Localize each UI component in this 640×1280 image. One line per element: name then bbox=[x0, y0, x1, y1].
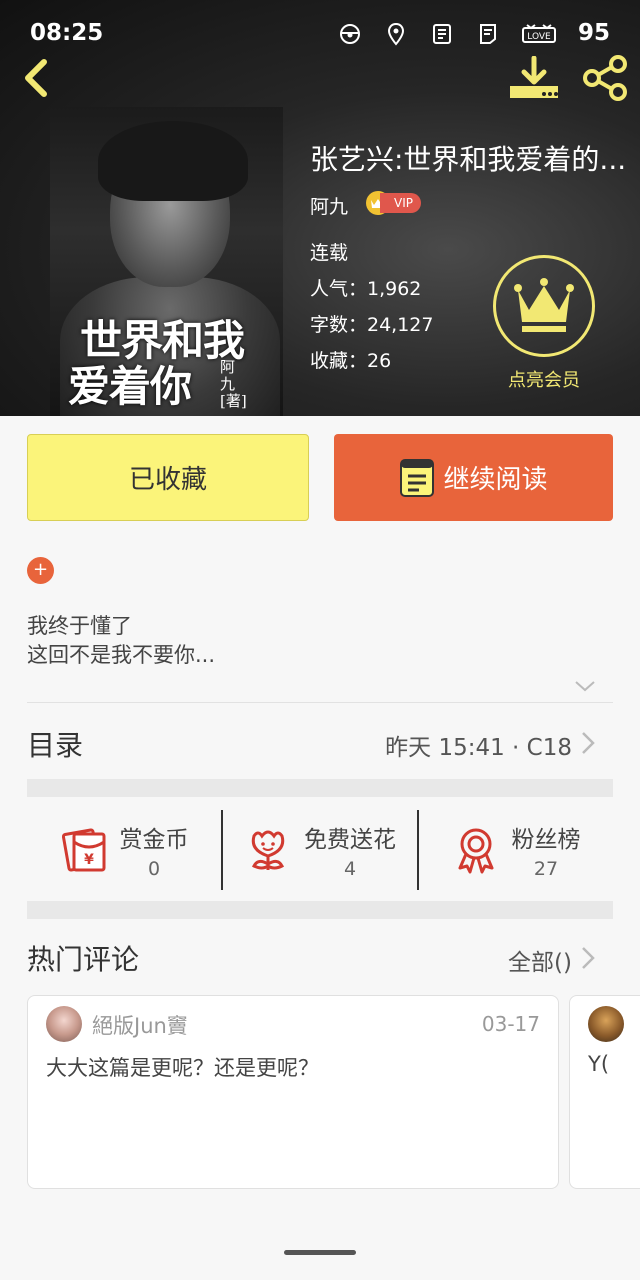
book-title: 张艺兴:世界和我爱着的... bbox=[310, 143, 627, 176]
book-icon bbox=[400, 458, 435, 497]
steering-wheel-icon bbox=[340, 24, 360, 44]
chevron-down-icon[interactable] bbox=[574, 678, 596, 694]
battery-level: 95 bbox=[577, 20, 610, 46]
member-button[interactable] bbox=[493, 255, 595, 357]
book-popularity: 人气：1,962 bbox=[310, 278, 422, 300]
comment-text: 大大这篇是更呢？还是更呢？ bbox=[46, 1056, 319, 1080]
send-flower-button[interactable]: 免费送花 4 bbox=[221, 810, 417, 890]
stat-label: 免费送花 bbox=[304, 827, 396, 853]
book-cover[interactable]: 世界和我 爱着你 阿九[著] bbox=[50, 107, 283, 416]
stat-value: 27 bbox=[533, 858, 559, 880]
fan-ranking-button[interactable]: 粉丝榜 27 bbox=[417, 810, 613, 890]
collected-label: 已收藏 bbox=[128, 465, 207, 495]
hot-comments-title: 热门评论 bbox=[27, 943, 140, 976]
intro-line2: 这回不是我不要你... bbox=[27, 643, 216, 667]
book-header: 08:25 LOVE 95 世界和我 爱着你 阿九[著] 张艺兴:世界和我爱着的… bbox=[0, 0, 640, 416]
home-indicator[interactable] bbox=[284, 1250, 356, 1255]
status-time: 08:25 bbox=[30, 20, 104, 46]
notes-icon bbox=[433, 24, 451, 44]
comment-card[interactable]: Y( bbox=[569, 995, 640, 1189]
toc-title[interactable]: 目录 bbox=[27, 724, 83, 764]
cover-author: 阿九[著] bbox=[220, 358, 247, 410]
download-button[interactable] bbox=[508, 56, 560, 102]
stat-label: 赏金币 bbox=[119, 827, 189, 853]
svg-text:¥: ¥ bbox=[84, 852, 94, 868]
add-tag-button[interactable]: + bbox=[27, 557, 54, 584]
book-collections: 收藏：26 bbox=[310, 350, 392, 372]
all-comments-link[interactable]: 全部() bbox=[508, 943, 572, 977]
location-icon bbox=[387, 22, 405, 46]
section-separator bbox=[27, 779, 613, 797]
chevron-right-icon[interactable] bbox=[580, 730, 596, 756]
comment-text: Y( bbox=[588, 1052, 610, 1076]
reward-coins-button[interactable]: ¥ 赏金币 0 bbox=[27, 810, 221, 890]
divider bbox=[27, 702, 613, 703]
comment-username[interactable]: 絕版Jun竇 bbox=[92, 1010, 188, 1040]
cover-figure-hair bbox=[98, 121, 248, 201]
toc-latest-update[interactable]: 昨天 15:41 · C18 bbox=[385, 728, 572, 762]
collected-button[interactable]: 已收藏 bbox=[27, 434, 309, 521]
comment-date: 03-17 bbox=[481, 1012, 540, 1036]
book-word-count: 字数：24,127 bbox=[310, 314, 434, 336]
continue-reading-button[interactable]: 继续阅读 bbox=[334, 434, 613, 521]
book-author[interactable]: 阿九 bbox=[310, 192, 348, 219]
book-status: 连载 bbox=[310, 242, 349, 264]
avatar[interactable] bbox=[588, 1006, 624, 1042]
avatar[interactable] bbox=[46, 1006, 82, 1042]
stat-label: 粉丝榜 bbox=[511, 827, 581, 853]
cover-title-line2: 爱着你 bbox=[68, 362, 192, 411]
medal-icon bbox=[458, 828, 493, 874]
status-icons: LOVE bbox=[338, 22, 556, 46]
vip-badge: VIP bbox=[366, 191, 421, 215]
vip-label: VIP bbox=[380, 193, 421, 213]
share-button[interactable] bbox=[580, 54, 630, 102]
continue-reading-label: 继续阅读 bbox=[443, 465, 548, 495]
section-separator bbox=[27, 901, 613, 919]
back-button[interactable] bbox=[16, 56, 56, 100]
crown-icon bbox=[514, 278, 574, 332]
stat-value: 4 bbox=[343, 858, 357, 880]
flower-icon bbox=[251, 830, 285, 870]
red-envelope-icon: ¥ bbox=[61, 828, 105, 872]
comment-card[interactable]: 絕版Jun竇 03-17 大大这篇是更呢？还是更呢？ bbox=[27, 995, 559, 1189]
love-badge-icon: LOVE bbox=[522, 24, 556, 43]
intro-line1: 我终于懂了 bbox=[27, 614, 132, 638]
svg-text:LOVE: LOVE bbox=[527, 32, 551, 42]
stat-value: 0 bbox=[147, 858, 161, 880]
stats-row: ¥ 赏金币 0 免费送花 4 粉丝榜 27 bbox=[27, 810, 613, 890]
document-icon bbox=[480, 24, 496, 44]
member-label[interactable]: 点亮会员 bbox=[493, 366, 595, 392]
book-intro[interactable]: 我终于懂了 这回不是我不要你... bbox=[27, 612, 215, 670]
chevron-right-icon[interactable] bbox=[580, 945, 596, 971]
